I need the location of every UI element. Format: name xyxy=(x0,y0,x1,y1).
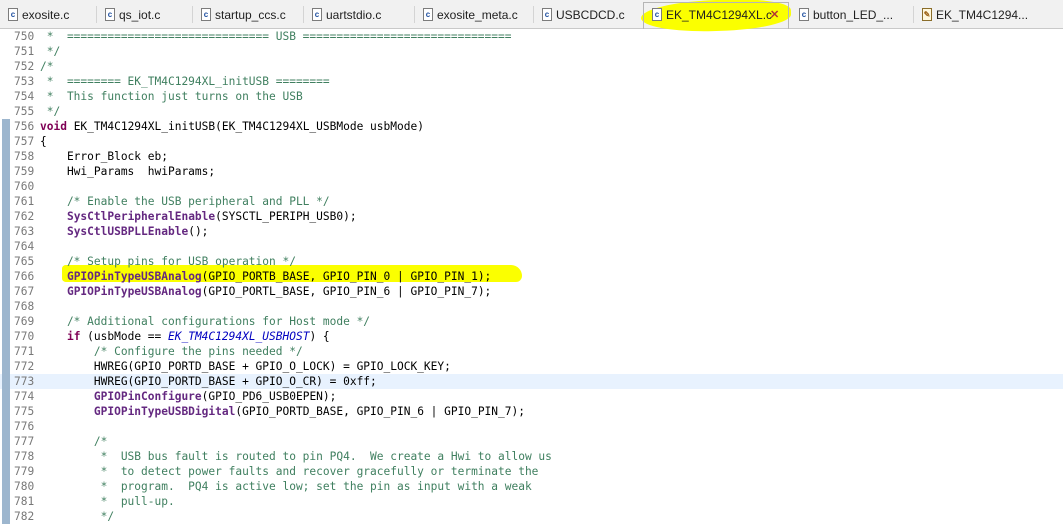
code-line: 776 xyxy=(0,419,1063,434)
tab-label: startup_ccs.c xyxy=(215,8,286,22)
c-file-icon: c xyxy=(652,8,662,21)
code-line: 760 xyxy=(0,179,1063,194)
code-line: 782 */ xyxy=(0,509,1063,524)
code-text: if (usbMode == EK_TM4C1294XL_USBHOST) { xyxy=(66,330,330,343)
code-line: 765 /* Setup pins for USB operation */ xyxy=(0,254,1063,269)
code-line: 754 * This function just turns on the US… xyxy=(14,90,303,103)
tab-label: EK_TM4C1294... xyxy=(936,8,1029,22)
code-line: 750 * ============================== USB… xyxy=(14,30,512,43)
code-line: 762 SysCtlPeripheralEnable(SYSCTL_PERIPH… xyxy=(0,209,1063,224)
code-line-highlighted: 766 GPIOPinTypeUSBAnalog(GPIO_PORTB_BASE… xyxy=(0,269,1063,284)
tab-label: EK_TM4C1294XL.c xyxy=(666,8,773,22)
tab-qs-iot-c[interactable]: c qs_iot.c xyxy=(97,3,192,27)
tab-label: button_LED_... xyxy=(813,8,894,22)
code-line: 769 /* Additional configurations for Hos… xyxy=(0,314,1063,329)
code-line-function-signature: 756 void EK_TM4C1294XL_initUSB(EK_TM4C129… xyxy=(0,119,1063,134)
code-line: 753 * ======== EK_TM4C1294XL_initUSB ===… xyxy=(14,75,330,88)
code-line: 779 * to detect power faults and recover… xyxy=(0,464,1063,479)
tab-label: exosite_meta.c xyxy=(437,8,518,22)
c-file-icon: c xyxy=(423,8,433,21)
code-line: 763 SysCtlUSBPLLEnable(); xyxy=(0,224,1063,239)
code-line: 752/* xyxy=(14,60,54,73)
code-line: 775 GPIOPinTypeUSBDigital(GPIO_PORTD_BAS… xyxy=(0,404,1063,419)
code-line-current: 773 HWREG(GPIO_PORTD_BASE + GPIO_O_CR) =… xyxy=(0,374,1063,389)
code-line: 770 if (usbMode == EK_TM4C1294XL_USBHOST… xyxy=(0,329,1063,344)
code-line: 758 Error_Block eb; xyxy=(0,149,1063,164)
code-editor[interactable]: 750 * ============================== USB… xyxy=(0,29,1063,525)
code-line: 780 * program. PQ4 is active low; set th… xyxy=(0,479,1063,494)
tab-label: USBCDCD.c xyxy=(556,8,625,22)
editor-tab-bar: c exosite.c c qs_iot.c c startup_ccs.c c… xyxy=(0,0,1063,33)
code-line: 768 xyxy=(0,299,1063,314)
code-line: 761 /* Enable the USB peripheral and PLL… xyxy=(0,194,1063,209)
c-file-icon: c xyxy=(8,8,18,21)
code-text: void EK_TM4C1294XL_initUSB(EK_TM4C1294XL… xyxy=(40,120,424,133)
c-file-edit-icon: ✎ xyxy=(922,8,932,21)
code-line: 757{ xyxy=(0,134,1063,149)
c-file-icon: c xyxy=(201,8,211,21)
tab-usbcdcd-c[interactable]: c USBCDCD.c xyxy=(534,3,642,27)
tab-ek-tm4c1294-edited[interactable]: ✎ EK_TM4C1294... xyxy=(914,3,1063,27)
c-file-icon: c xyxy=(312,8,322,21)
code-line: 755 */ xyxy=(14,105,61,118)
tab-ek-tm4c1294xl-c[interactable]: c EK_TM4C1294XL.c ✕ xyxy=(643,2,789,29)
code-line: 751 */ xyxy=(14,45,61,58)
tab-label: exosite.c xyxy=(22,8,70,22)
code-line: 771 /* Configure the pins needed */ xyxy=(0,344,1063,359)
c-file-icon: c xyxy=(105,8,115,21)
close-tab-icon[interactable]: ✕ xyxy=(770,3,779,27)
code-line: 778 * USB bus fault is routed to pin PQ4… xyxy=(0,449,1063,464)
code-line: 764 xyxy=(0,239,1063,254)
tab-startup-ccs-c[interactable]: c startup_ccs.c xyxy=(193,3,303,27)
tab-button-led[interactable]: c button_LED_... xyxy=(791,3,913,27)
tab-label: uartstdio.c xyxy=(326,8,382,22)
tab-exosite-c[interactable]: c exosite.c xyxy=(0,3,96,27)
code-line: 777 /* xyxy=(0,434,1063,449)
code-line: 759 Hwi_Params hwiParams; xyxy=(0,164,1063,179)
tab-exosite-meta-c[interactable]: c exosite_meta.c xyxy=(415,3,533,27)
code-line: 767 GPIOPinTypeUSBAnalog(GPIO_PORTL_BASE… xyxy=(0,284,1063,299)
tab-label: qs_iot.c xyxy=(119,8,161,22)
code-line: 772 HWREG(GPIO_PORTD_BASE + GPIO_O_LOCK)… xyxy=(0,359,1063,374)
code-line: 774 GPIOPinConfigure(GPIO_PD6_USB0EPEN); xyxy=(0,389,1063,404)
c-file-icon: c xyxy=(542,8,552,21)
c-file-icon: c xyxy=(799,8,809,21)
tab-uartstdio-c[interactable]: c uartstdio.c xyxy=(304,3,414,27)
code-line: 781 * pull-up. xyxy=(0,494,1063,509)
